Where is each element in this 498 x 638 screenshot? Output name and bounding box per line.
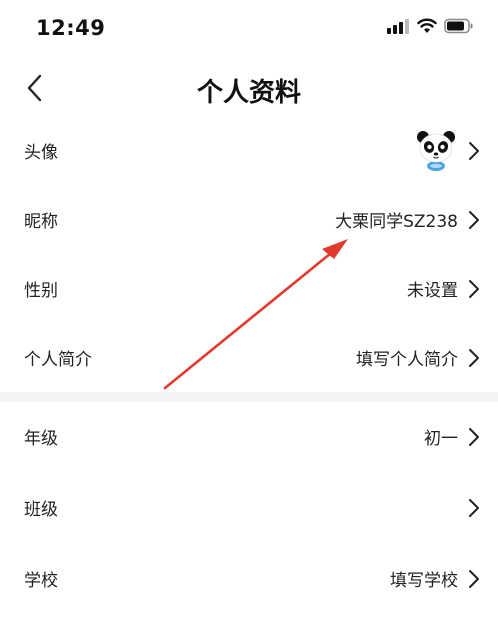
nav-bar: 个人资料 bbox=[0, 60, 498, 116]
signal-icon bbox=[387, 19, 409, 34]
chevron-right-icon bbox=[469, 498, 479, 517]
row-value: 未设置 bbox=[407, 281, 458, 301]
row-gender[interactable]: 性别 未设置 bbox=[0, 254, 498, 323]
row-school[interactable]: 学校 填写学校 bbox=[0, 544, 498, 613]
row-label: 班级 bbox=[24, 500, 58, 520]
row-right: 初一 bbox=[424, 402, 480, 471]
status-icons bbox=[386, 18, 474, 34]
row-label: 学校 bbox=[24, 571, 58, 591]
panda-avatar-icon bbox=[417, 130, 455, 171]
school-section: 年级 初一 班级 学校 填写学校 bbox=[0, 402, 498, 638]
chevron-right-icon bbox=[469, 279, 479, 298]
row-grade[interactable]: 年级 初一 bbox=[0, 402, 498, 471]
chevron-right-icon bbox=[469, 348, 479, 367]
row-label: 头像 bbox=[24, 143, 58, 163]
chevron-right-icon bbox=[469, 569, 479, 588]
battery-icon bbox=[444, 18, 473, 34]
profile-section: 头像 昵称 大栗同学SZ238 性别 未设置 个人简介 填写个人简介 bbox=[0, 116, 498, 392]
row-right: 大栗同学SZ238 bbox=[335, 185, 480, 254]
row-value: 填写个人简介 bbox=[356, 350, 458, 370]
chevron-right-icon bbox=[469, 427, 479, 446]
row-bio[interactable]: 个人简介 填写个人简介 bbox=[0, 323, 498, 392]
row-right bbox=[458, 473, 480, 542]
page-title: 个人资料 bbox=[196, 78, 301, 108]
status-bar: 12:49 bbox=[0, 0, 498, 60]
row-value: 填写学校 bbox=[390, 571, 458, 591]
row-avatar[interactable]: 头像 bbox=[0, 116, 498, 185]
chevron-right-icon bbox=[469, 210, 479, 229]
row-nickname[interactable]: 昵称 大栗同学SZ238 bbox=[0, 185, 498, 254]
status-time: 12:49 bbox=[36, 16, 106, 40]
row-class[interactable]: 班级 bbox=[0, 473, 498, 542]
row-value: 初一 bbox=[424, 429, 458, 449]
row-right bbox=[414, 116, 480, 185]
row-right: 填写学校 bbox=[390, 544, 480, 613]
wifi-icon bbox=[417, 18, 437, 33]
row-label: 个人简介 bbox=[24, 350, 92, 370]
row-label: 年级 bbox=[24, 429, 58, 449]
row-value: 大栗同学SZ238 bbox=[335, 212, 458, 232]
row-right: 未设置 bbox=[407, 254, 480, 323]
row-label: 昵称 bbox=[24, 212, 58, 232]
row-right: 填写个人简介 bbox=[356, 323, 480, 392]
chevron-right-icon bbox=[469, 141, 479, 160]
row-label: 性别 bbox=[24, 281, 58, 301]
section-divider bbox=[0, 392, 498, 402]
